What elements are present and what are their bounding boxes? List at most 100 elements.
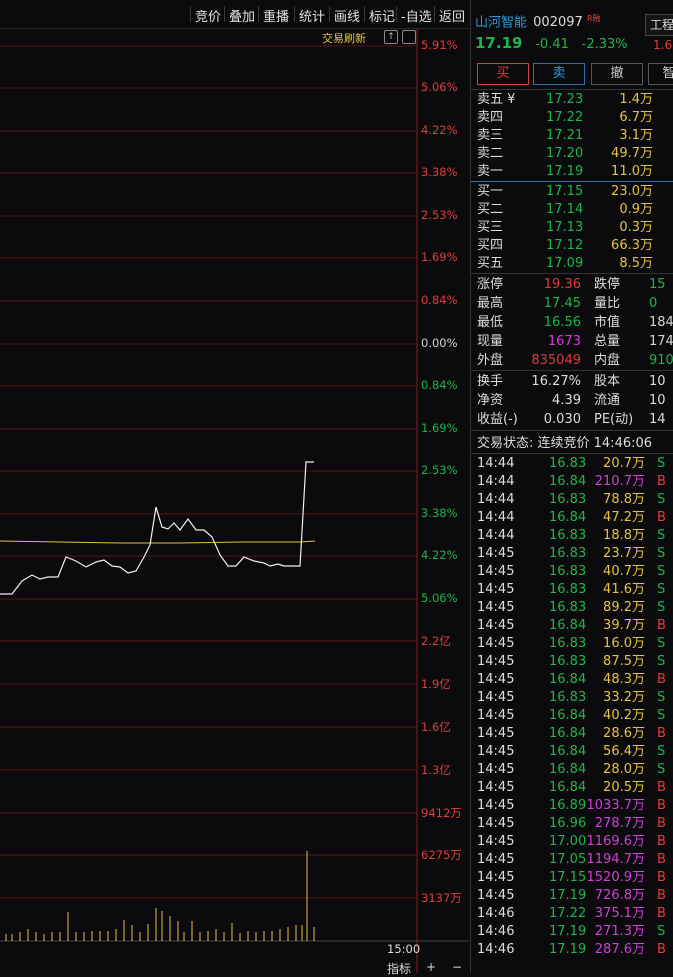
price-axis-label: 4.22% bbox=[421, 123, 458, 137]
tick-side: S bbox=[657, 744, 666, 759]
toolbar-button-4[interactable]: 画线 bbox=[334, 6, 360, 25]
bid-label: 买五 bbox=[477, 256, 504, 271]
bid-volume: 0.9万 bbox=[619, 202, 653, 217]
tick-time: 14:45 bbox=[477, 762, 515, 777]
bid-price[interactable]: 17.09 bbox=[546, 255, 583, 273]
tick-side: S bbox=[657, 546, 666, 561]
tick-time: 14:45 bbox=[477, 618, 515, 633]
smart-button[interactable]: 智 bbox=[648, 63, 673, 85]
fund-value: 16.27% bbox=[531, 374, 581, 389]
margin-tag: R融 bbox=[586, 14, 601, 23]
toolbar-button-6[interactable]: -自选 bbox=[401, 6, 432, 25]
tick-side: B bbox=[657, 852, 666, 867]
tick-side: S bbox=[657, 492, 666, 507]
ask-price[interactable]: 17.21 bbox=[546, 127, 583, 145]
volume-axis-label: 6275万 bbox=[421, 848, 462, 862]
refresh-label[interactable]: 交易刷新 bbox=[322, 30, 366, 46]
ask-label: 卖四 bbox=[477, 110, 504, 125]
tick-side: B bbox=[657, 798, 666, 813]
tick-side: B bbox=[657, 942, 666, 957]
tick-time: 14:46 bbox=[477, 942, 515, 957]
chart-bottom-tab-1[interactable]: + bbox=[426, 960, 436, 974]
ask-label: 卖三 bbox=[477, 128, 504, 143]
bid-volume: 8.5万 bbox=[619, 256, 653, 271]
stat-label: 最高 bbox=[477, 296, 504, 311]
fund-label: 收益(-) bbox=[477, 412, 518, 427]
tick-volume: 287.6万 bbox=[594, 942, 645, 957]
stat-value: 835049 bbox=[531, 353, 581, 368]
toolbar-divider bbox=[258, 6, 259, 22]
bid-label: 买二 bbox=[477, 202, 504, 217]
quote-panel: 山河智能 002097 R融 工程 17.19 -0.41 -2.33% 1.6… bbox=[470, 0, 673, 973]
volume-axis-label: 1.9亿 bbox=[421, 677, 451, 691]
ask-price[interactable]: 17.22 bbox=[546, 109, 583, 127]
tick-side: S bbox=[657, 582, 666, 597]
tick-time: 14:44 bbox=[477, 528, 515, 543]
tick-volume: 40.7万 bbox=[603, 564, 645, 579]
tick-side: B bbox=[657, 888, 666, 903]
tick-time: 14:44 bbox=[477, 492, 515, 507]
tick-side: B bbox=[657, 510, 666, 525]
toolbar-button-2[interactable]: 重播 bbox=[263, 6, 289, 25]
tick-time: 14:45 bbox=[477, 744, 515, 759]
bid-volume: 23.0万 bbox=[611, 184, 653, 199]
tick-volume: 41.6万 bbox=[603, 582, 645, 597]
fund-label: 净资 bbox=[477, 393, 504, 408]
tick-side: B bbox=[657, 618, 666, 633]
fund-label: PE(动) bbox=[594, 412, 634, 427]
ask-volume: 3.1万 bbox=[619, 128, 653, 143]
bid-price[interactable]: 17.12 bbox=[546, 237, 583, 255]
price-axis-label: 4.22% bbox=[421, 548, 458, 562]
toolbar-button-5[interactable]: 标记 bbox=[369, 6, 395, 25]
price-pct: -2.33% bbox=[581, 37, 628, 52]
ask-label: 卖二 bbox=[477, 146, 504, 161]
cancel-button[interactable]: 撤 bbox=[591, 63, 643, 85]
bid-price[interactable]: 17.15 bbox=[546, 183, 583, 201]
ask-price[interactable]: 17.20 bbox=[546, 145, 583, 163]
tick-time: 14:45 bbox=[477, 816, 515, 831]
tick-side: B bbox=[657, 906, 666, 921]
toolbar-button-1[interactable]: 叠加 bbox=[229, 6, 255, 25]
stock-header: 山河智能 002097 R融 bbox=[475, 10, 601, 31]
intraday-chart[interactable]: 交易刷新 ↑ 5.91% 5.06% 4.22% 3.38% 2.53% 1.69% 0.8… bbox=[0, 29, 469, 976]
stat-label: 外盘 bbox=[477, 353, 504, 368]
ask-price[interactable]: 17.23 bbox=[546, 91, 583, 109]
tick-volume: 39.7万 bbox=[603, 618, 645, 633]
ask-label: 卖五 ¥ bbox=[477, 92, 516, 107]
sector-tag[interactable]: 工程 bbox=[645, 14, 673, 36]
sell-button[interactable]: 卖 bbox=[533, 63, 585, 85]
tick-volume: 23.7万 bbox=[603, 546, 645, 561]
ask-volume: 11.0万 bbox=[611, 164, 653, 179]
toolbar-divider bbox=[434, 6, 435, 22]
restore-icon[interactable] bbox=[402, 30, 416, 44]
tick-time: 14:45 bbox=[477, 636, 515, 651]
chart-bottom-tab-2[interactable]: − bbox=[452, 960, 462, 974]
tick-time: 14:45 bbox=[477, 582, 515, 597]
tick-volume: 56.4万 bbox=[603, 744, 645, 759]
ask-price[interactable]: 17.19 bbox=[546, 163, 583, 181]
tick-time: 14:45 bbox=[477, 780, 515, 795]
buy-button[interactable]: 买 bbox=[477, 63, 529, 85]
fund-label: 流通 bbox=[594, 393, 621, 408]
tick-volume: 278.7万 bbox=[594, 816, 645, 831]
chart-bottom-tab-0[interactable]: 指标 bbox=[387, 960, 411, 977]
toolbar-button-3[interactable]: 统计 bbox=[299, 6, 325, 25]
toolbar-divider bbox=[396, 6, 397, 22]
stat-value: 17.45 bbox=[543, 296, 581, 311]
bid-price[interactable]: 17.13 bbox=[546, 219, 583, 237]
toolbar-button-7[interactable]: 返回 bbox=[439, 6, 465, 25]
tick-side: S bbox=[657, 762, 666, 777]
fund-value: 4.39 bbox=[552, 393, 581, 408]
tick-time: 14:45 bbox=[477, 870, 515, 885]
tick-side: S bbox=[657, 708, 666, 723]
upload-icon[interactable]: ↑ bbox=[384, 30, 398, 44]
bid-price[interactable]: 17.14 bbox=[546, 201, 583, 219]
stock-code: 002097 bbox=[533, 15, 583, 31]
tick-side: B bbox=[657, 834, 666, 849]
fund-value: 10 bbox=[649, 393, 666, 408]
toolbar-button-0[interactable]: 竞价 bbox=[195, 6, 221, 25]
tick-time: 14:46 bbox=[477, 924, 515, 939]
stat-value: 19.36 bbox=[543, 277, 581, 292]
price-axis-label: 5.06% bbox=[421, 591, 458, 605]
ask-volume: 6.7万 bbox=[619, 110, 653, 125]
